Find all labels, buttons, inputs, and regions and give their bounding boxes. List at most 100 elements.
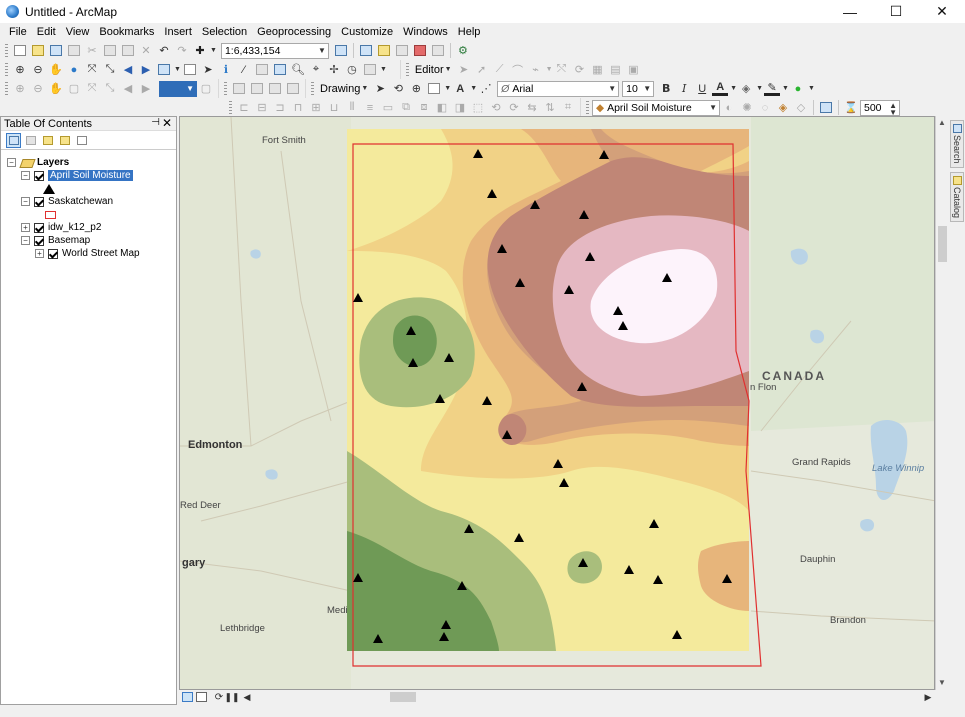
rectangle-icon[interactable] bbox=[426, 81, 442, 97]
menu-bookmarks[interactable]: Bookmarks bbox=[94, 23, 159, 41]
maximize-button[interactable]: ☐ bbox=[873, 0, 919, 23]
font-size-combo[interactable]: 10 ▼ bbox=[622, 80, 655, 97]
layer-idw-k12-p2[interactable]: + idw_k12_p2 bbox=[21, 221, 101, 234]
layout-view-button[interactable] bbox=[196, 692, 207, 702]
layer-visibility-checkbox[interactable] bbox=[34, 222, 44, 233]
line-color-icon[interactable]: ✎ bbox=[764, 82, 781, 96]
go-to-xy-icon[interactable]: ✢ bbox=[326, 62, 342, 78]
scroll-down-icon[interactable]: ▼ bbox=[938, 678, 946, 687]
send-back-icon[interactable]: ◨ bbox=[452, 100, 468, 116]
menu-help[interactable]: Help bbox=[453, 23, 486, 41]
cut-icon[interactable]: ✂ bbox=[84, 43, 100, 59]
distribute-h-icon[interactable]: ⫴ bbox=[344, 100, 360, 116]
scroll-left-icon[interactable]: ◀ bbox=[242, 689, 252, 705]
create-features-icon[interactable]: ▣ bbox=[626, 62, 642, 78]
editor-menu[interactable]: Editor ▼ bbox=[412, 64, 455, 76]
collapse-icon[interactable]: − bbox=[7, 158, 16, 167]
group-icon[interactable]: ⧉ bbox=[398, 100, 414, 116]
fixed-zoom-out-icon[interactable]: ⤡ bbox=[102, 62, 118, 78]
layer-april-soil-moisture[interactable]: − April Soil Moisture bbox=[21, 169, 133, 182]
layout-back-icon[interactable]: ◀ bbox=[120, 81, 136, 97]
collapse-icon[interactable]: − bbox=[21, 171, 30, 180]
toc-options-icon[interactable] bbox=[74, 133, 89, 148]
flicker-icon[interactable]: ◇ bbox=[793, 100, 809, 116]
ungroup-icon[interactable]: ⧈ bbox=[416, 100, 432, 116]
bring-front-icon[interactable]: ◧ bbox=[434, 100, 450, 116]
layout-zoom-out-icon[interactable]: ⊖ bbox=[30, 81, 46, 97]
layer-saskatchewan[interactable]: − Saskatchewan bbox=[21, 195, 113, 208]
brightness-icon[interactable]: ✺ bbox=[739, 100, 755, 116]
toolbar-grip[interactable] bbox=[5, 62, 8, 77]
model-builder-icon[interactable]: ⚙ bbox=[455, 43, 471, 59]
trace-icon[interactable]: ⌁ bbox=[528, 62, 544, 78]
fixed-zoom-in-icon[interactable]: ⤧ bbox=[84, 62, 100, 78]
back-extent-icon[interactable]: ◀ bbox=[120, 62, 136, 78]
new-document-icon[interactable] bbox=[12, 43, 28, 59]
menu-view[interactable]: View bbox=[61, 23, 95, 41]
identify-icon[interactable]: ℹ bbox=[218, 62, 234, 78]
undo-icon[interactable]: ↶ bbox=[156, 43, 172, 59]
straight-segment-icon[interactable]: ⟋ bbox=[492, 62, 508, 78]
marker-color-icon[interactable]: ● bbox=[790, 81, 806, 97]
layout-pan-icon[interactable]: ✋ bbox=[48, 81, 64, 97]
toolbar-grip[interactable] bbox=[311, 81, 314, 96]
map-scale-combo[interactable]: 1:6,433,154 ▼ bbox=[220, 42, 329, 59]
clear-selection-icon[interactable] bbox=[182, 62, 198, 78]
select-elements-arrow-icon[interactable]: ➤ bbox=[372, 81, 388, 97]
python-window-icon[interactable] bbox=[430, 43, 446, 59]
flip-h-icon[interactable]: ⇆ bbox=[524, 100, 540, 116]
nudge-icon[interactable]: ⬚ bbox=[470, 100, 486, 116]
edit-vertices-icon[interactable]: ⋰ bbox=[478, 81, 494, 97]
list-by-source-icon[interactable] bbox=[23, 133, 38, 148]
scroll-right-icon[interactable]: ▶ bbox=[922, 689, 934, 705]
flicker-rate-icon[interactable]: ⌛ bbox=[843, 100, 859, 116]
toolbar-grip[interactable] bbox=[405, 62, 409, 77]
find-icon[interactable]: 🔍︎ bbox=[290, 62, 306, 78]
table-of-contents-icon[interactable] bbox=[358, 43, 374, 59]
menu-edit[interactable]: Edit bbox=[32, 23, 61, 41]
rotate-icon[interactable]: ⟲ bbox=[390, 81, 406, 97]
layout-fixed-in-icon[interactable]: ⤧ bbox=[84, 81, 100, 97]
collapse-icon[interactable]: − bbox=[21, 236, 30, 245]
map-display[interactable]: Fort Smith CANADA n Flon Edmonton Grand … bbox=[179, 116, 935, 690]
effects-layer-combo[interactable]: ◆ April Soil Moisture ▼ bbox=[592, 99, 720, 116]
editor-toolbar-icon[interactable] bbox=[333, 43, 349, 59]
drawing-icon-d[interactable] bbox=[285, 81, 301, 97]
select-elements-icon[interactable]: ➤ bbox=[200, 62, 216, 78]
paste-icon[interactable] bbox=[120, 43, 136, 59]
edit-annotation-icon[interactable]: ➚ bbox=[474, 62, 490, 78]
vertical-scroll-thumb[interactable] bbox=[938, 226, 947, 262]
list-by-visibility-icon[interactable] bbox=[40, 133, 55, 148]
hyperlink-icon[interactable] bbox=[254, 62, 270, 78]
drawing-icon-b[interactable] bbox=[249, 81, 265, 97]
redo-icon[interactable]: ↷ bbox=[174, 43, 190, 59]
list-by-selection-icon[interactable] bbox=[57, 133, 72, 148]
time-slider-icon[interactable]: ◷ bbox=[344, 62, 360, 78]
refresh-icon[interactable]: ⟳ bbox=[213, 689, 225, 705]
align-right-icon[interactable]: ⊐ bbox=[272, 100, 288, 116]
pause-drawing-icon[interactable]: ❚❚ bbox=[224, 689, 239, 705]
rotate-left-icon[interactable]: ⟲ bbox=[488, 100, 504, 116]
measure-icon[interactable] bbox=[272, 62, 288, 78]
layer-visibility-checkbox[interactable] bbox=[34, 170, 44, 181]
add-data-icon[interactable]: ✚ bbox=[192, 43, 208, 59]
toolbar-grip[interactable] bbox=[5, 81, 8, 96]
create-viewer-icon[interactable] bbox=[362, 62, 378, 78]
flicker-rate-input[interactable]: 500 ▲ ▼ bbox=[860, 99, 900, 116]
open-folder-icon[interactable] bbox=[30, 43, 46, 59]
forward-extent-icon[interactable]: ▶ bbox=[138, 62, 154, 78]
layer-visibility-checkbox[interactable] bbox=[34, 196, 44, 207]
new-text-icon[interactable]: A bbox=[452, 81, 468, 97]
map-vertical-scrollbar[interactable]: ▲ ▼ bbox=[935, 116, 949, 690]
drawing-menu[interactable]: Drawing ▼ bbox=[317, 83, 371, 95]
arctoolbox-icon[interactable] bbox=[412, 43, 428, 59]
toggle-draft-icon[interactable]: ▢ bbox=[198, 81, 214, 97]
menu-selection[interactable]: Selection bbox=[197, 23, 252, 41]
catalog-window-icon[interactable] bbox=[376, 43, 392, 59]
align-top-icon[interactable]: ⊓ bbox=[290, 100, 306, 116]
pin-icon[interactable]: ⊣ bbox=[151, 117, 160, 128]
flip-v-icon[interactable]: ⇅ bbox=[542, 100, 558, 116]
search-tab[interactable]: Search bbox=[950, 120, 964, 168]
font-combo[interactable]: Ø Arial ▼ bbox=[497, 80, 620, 97]
expand-icon[interactable]: + bbox=[21, 223, 30, 232]
